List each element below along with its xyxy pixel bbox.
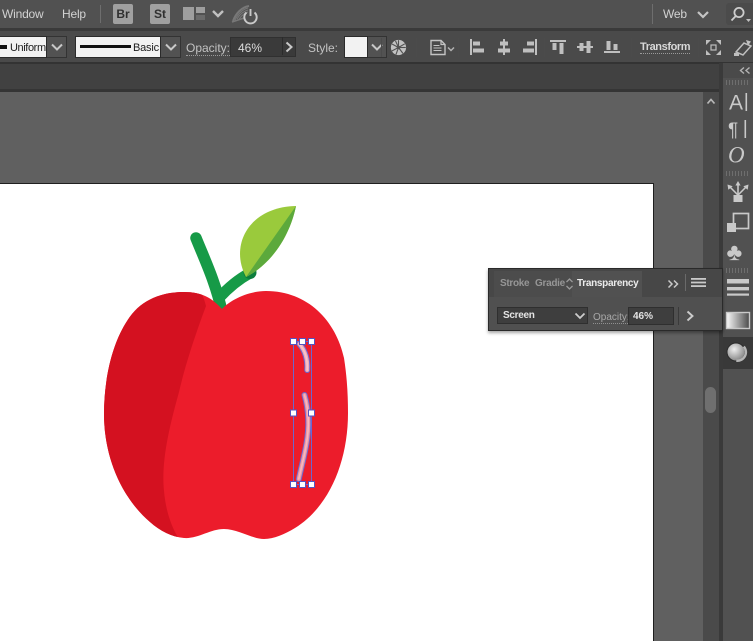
svg-text:O: O xyxy=(728,143,745,165)
svg-text:♣: ♣ xyxy=(727,239,743,266)
svg-text:A: A xyxy=(729,92,743,112)
svg-text:¶: ¶ xyxy=(728,120,738,139)
